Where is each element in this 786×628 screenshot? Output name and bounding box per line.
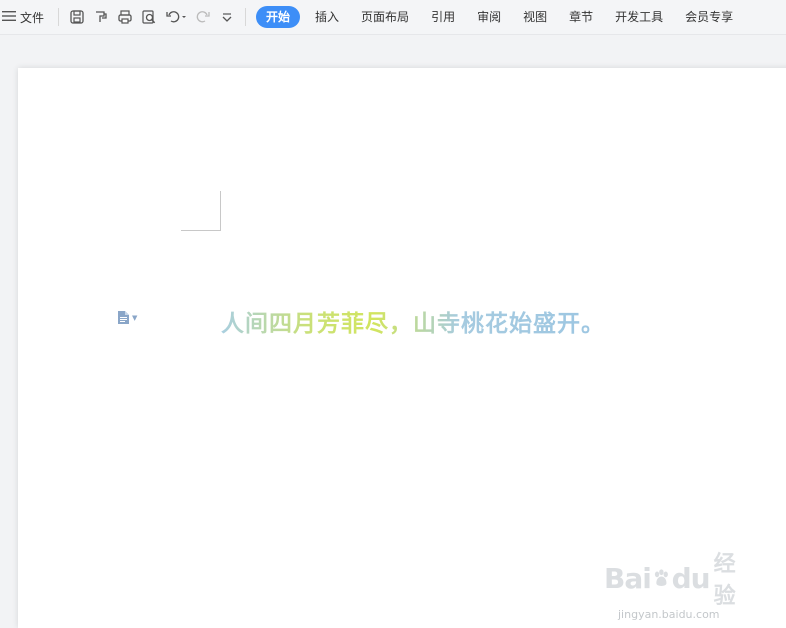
chevron-down-icon: ▼ — [132, 313, 138, 322]
paw-icon — [654, 569, 668, 586]
file-menu-button[interactable]: 文件 — [0, 0, 52, 34]
document-page[interactable]: ▼ 人间四月芳菲尽，山寺桃花始盛开。 Bai du 经验 jingyan.bai… — [18, 68, 786, 628]
watermark-logo: Bai du 经验 — [604, 552, 736, 609]
print-icon — [118, 10, 132, 24]
more-dropdown-icon — [222, 13, 232, 22]
undo-icon — [166, 11, 187, 23]
tab-references[interactable]: 引用 — [420, 6, 466, 28]
save-button[interactable] — [65, 5, 89, 29]
format-painter-icon — [96, 11, 107, 22]
print-button[interactable] — [113, 5, 137, 29]
toolbar-divider — [245, 8, 247, 26]
quick-access-more-button[interactable] — [215, 5, 239, 29]
tab-view[interactable]: 视图 — [512, 6, 558, 28]
print-preview-button[interactable] — [137, 5, 161, 29]
document-body-text[interactable]: 人间四月芳菲尽，山寺桃花始盛开。 — [221, 304, 605, 338]
hamburger-menu-icon — [2, 10, 16, 25]
tab-member[interactable]: 会员专享 — [674, 6, 744, 28]
page-margin-corner-mark — [181, 191, 221, 231]
tab-page-layout[interactable]: 页面布局 — [350, 6, 420, 28]
format-painter-button[interactable] — [89, 5, 113, 29]
tab-home[interactable]: 开始 — [256, 6, 301, 28]
toolbar-divider — [58, 8, 60, 26]
tab-insert[interactable]: 插入 — [304, 6, 350, 28]
file-menu-label: 文件 — [20, 10, 45, 25]
redo-icon — [196, 11, 210, 23]
undo-button[interactable] — [161, 5, 191, 29]
tab-review[interactable]: 审阅 — [466, 6, 512, 28]
ribbon-tabs: 开始 插入 页面布局 引用 审阅 视图 章节 开发工具 会员专享 — [256, 6, 744, 28]
tab-developer[interactable]: 开发工具 — [604, 6, 674, 28]
tab-section[interactable]: 章节 — [558, 6, 604, 28]
redo-button[interactable] — [191, 5, 215, 29]
toolbar: 文件 开始 插入 页面布局 引用 审阅 视图 章节 开发工具 会员专享 — [0, 0, 786, 35]
save-icon — [70, 10, 84, 24]
baidu-jingyan-watermark: Bai du 经验 jingyan.baidu.com — [604, 546, 744, 621]
print-preview-icon — [142, 10, 156, 24]
document-icon — [118, 311, 129, 324]
paragraph-layout-button[interactable]: ▼ — [117, 310, 137, 325]
